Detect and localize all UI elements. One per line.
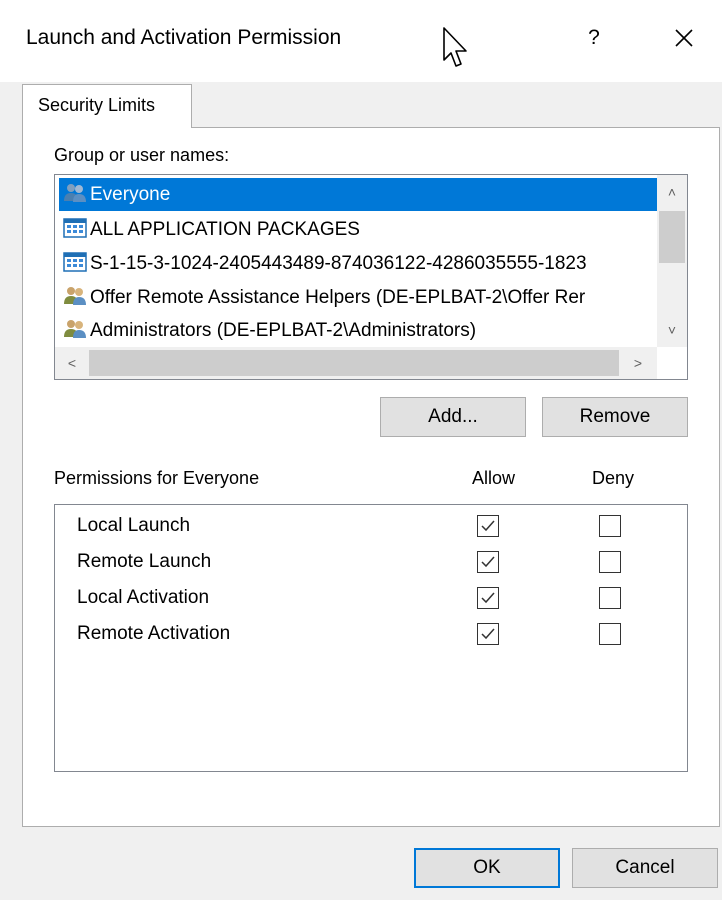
permission-name: Local Activation: [77, 587, 210, 608]
allow-column-header: Allow: [472, 468, 516, 488]
deny-column-header: Deny: [592, 468, 635, 488]
deny-checkbox[interactable]: [599, 551, 621, 573]
permission-row: Remote Activation: [55, 617, 687, 653]
close-button[interactable]: [662, 18, 706, 58]
permission-row: Remote Launch: [55, 545, 687, 581]
title-bar: Launch and Activation Permission ?: [0, 0, 722, 82]
cancel-button[interactable]: Cancel: [572, 848, 718, 888]
permission-row: Local Activation: [55, 581, 687, 617]
scrollbar-corner: [657, 347, 687, 379]
horizontal-scrollbar[interactable]: ˂ ˃: [55, 347, 657, 379]
deny-checkbox[interactable]: [599, 515, 621, 537]
deny-checkbox[interactable]: [599, 587, 621, 609]
add-button[interactable]: Add...: [380, 397, 526, 437]
users-group-icon: [64, 183, 86, 202]
mouse-cursor-icon: [443, 27, 467, 67]
list-item[interactable]: Offer Remote Assistance Helpers (DE-EPLB…: [59, 281, 657, 314]
vertical-scroll-thumb[interactable]: [659, 211, 685, 263]
list-item[interactable]: Administrators (DE-EPLBAT-2\Administrato…: [59, 314, 657, 347]
allow-checkbox[interactable]: [477, 587, 499, 609]
scroll-up-icon[interactable]: ˄: [657, 177, 687, 207]
check-icon: [481, 556, 495, 568]
list-item[interactable]: Everyone: [59, 178, 657, 211]
check-icon: [481, 520, 495, 532]
list-item[interactable]: ALL APPLICATION PACKAGES: [59, 213, 657, 246]
scroll-down-icon[interactable]: ˅: [657, 315, 687, 345]
allow-checkbox[interactable]: [477, 623, 499, 645]
permissions-title: Permissions for Everyone: [54, 468, 260, 488]
tab-security-limits[interactable]: Security Limits: [22, 84, 192, 128]
permission-name: Remote Launch: [77, 551, 212, 572]
remove-button[interactable]: Remove: [542, 397, 688, 437]
check-icon: [481, 592, 495, 604]
users-group-icon: [64, 286, 86, 305]
deny-checkbox[interactable]: [599, 623, 621, 645]
horizontal-scroll-thumb[interactable]: [89, 350, 619, 376]
help-button[interactable]: ?: [574, 18, 614, 58]
permission-row: Local Launch: [55, 509, 687, 545]
allow-checkbox[interactable]: [477, 515, 499, 537]
ok-button[interactable]: OK: [414, 848, 560, 888]
tab-label: Security Limits: [38, 95, 156, 115]
app-packages-icon: [63, 218, 87, 238]
sid-package-icon: [63, 252, 87, 272]
group-users-list[interactable]: Everyone ALL APPLICATION PACKAGES S-1-15…: [54, 174, 688, 380]
vertical-scrollbar[interactable]: ˄ ˅: [657, 175, 687, 347]
list-item[interactable]: S-1-15-3-1024-2405443489-874036122-42860…: [59, 247, 657, 280]
scroll-right-icon[interactable]: ˃: [623, 348, 653, 378]
users-group-icon: [64, 319, 86, 338]
allow-checkbox[interactable]: [477, 551, 499, 573]
permissions-list: Local Launch Remote Launch Local Activat…: [54, 504, 688, 772]
scroll-left-icon[interactable]: ˂: [57, 348, 87, 378]
check-icon: [481, 628, 495, 640]
permission-name: Local Launch: [77, 515, 191, 536]
permission-name: Remote Activation: [77, 623, 231, 644]
window-title: Launch and Activation Permission: [26, 26, 342, 49]
group-users-label: Group or user names:: [54, 145, 230, 165]
close-icon: [675, 29, 693, 47]
